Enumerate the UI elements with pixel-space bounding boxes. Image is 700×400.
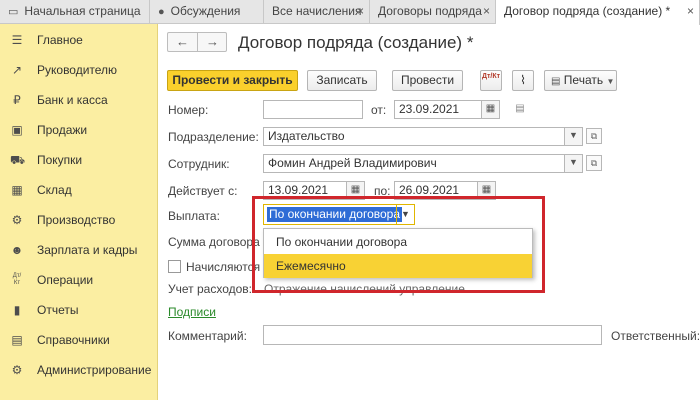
chevron-down-icon[interactable]: ▼ (564, 128, 582, 145)
tab-label: Все начисления (272, 4, 362, 18)
trend-icon: ↗ (11, 63, 23, 77)
warehouse-icon: ▦ (11, 183, 23, 197)
sidebar-item-label: Справочники (37, 333, 110, 347)
bag-icon: ▣ (11, 123, 23, 137)
forward-arrow-icon[interactable]: → (198, 33, 227, 51)
tab-label: Договор подряда (создание) * (504, 4, 671, 18)
employee-label: Сотрудник: (168, 157, 230, 171)
sidebar-item-label: Главное (37, 33, 83, 47)
sidebar-item-production[interactable]: ⚙ Производство (0, 206, 158, 234)
sidebar-item-label: Склад (37, 183, 72, 197)
tab-discussions[interactable]: ● Обсуждения (150, 0, 264, 24)
highlight-frame (252, 196, 545, 293)
book-icon: ▤ (11, 333, 23, 347)
nav-buttons: ← → (167, 32, 227, 52)
division-field[interactable]: Издательство ▼ (263, 127, 583, 146)
expense-label: Учет расходов: (168, 282, 252, 296)
valid-from-value: 13.09.2021 (268, 183, 329, 197)
tab-contract-create[interactable]: Договор подряда (создание) * × (496, 0, 700, 25)
sidebar-item-purchases[interactable]: ⛟ Покупки (0, 146, 158, 174)
sidebar-item-label: Продажи (37, 123, 88, 137)
close-icon[interactable]: × (483, 0, 490, 23)
division-value: Издательство (268, 129, 345, 143)
close-icon[interactable]: × (357, 0, 364, 23)
from-label: от: (371, 103, 387, 117)
attachment-icon[interactable]: ⌇ (512, 70, 534, 91)
sidebar: ☰ Главное ↗ Руководителю ₽ Банк и касса … (0, 24, 158, 400)
sidebar-item-sales[interactable]: ▣ Продажи (0, 116, 158, 144)
page-title: Договор подряда (создание) * (238, 33, 474, 52)
calendar-icon[interactable]: ▦ (481, 101, 499, 118)
sidebar-item-label: Руководителю (37, 63, 118, 77)
employee-value: Фомин Андрей Владимирович (268, 156, 437, 170)
sidebar-item-label: Администрирование (37, 363, 152, 377)
notes-icon[interactable]: ▤ (511, 101, 529, 117)
close-icon[interactable]: × (687, 0, 694, 23)
date-value: 23.09.2021 (399, 102, 460, 116)
post-and-close-button[interactable]: Провести и закрыть (167, 70, 298, 91)
tab-label: Договоры подряда (378, 4, 482, 18)
tab-label: Обсуждения (170, 4, 241, 18)
tab-bar: ▭ Начальная страница ● Обсуждения Все начи… (0, 0, 700, 25)
open-icon[interactable]: ⧉ (586, 155, 602, 171)
gear-icon: ⚙ (11, 363, 23, 377)
sidebar-item-admin[interactable]: ⚙ Администрирование (0, 356, 158, 384)
sidebar-item-salary[interactable]: ☻ Зарплата и кадры (0, 236, 158, 264)
signatures-link[interactable]: Подписи (168, 305, 216, 319)
responsible-label: Ответственный: (611, 329, 700, 343)
printer-icon: ▤ (551, 76, 561, 87)
back-arrow-icon[interactable]: ← (168, 33, 197, 51)
date-field[interactable]: 23.09.2021 ▦ (394, 100, 500, 119)
sidebar-item-reports[interactable]: ▮ Отчеты (0, 296, 158, 324)
print-label: Печать (563, 73, 604, 87)
print-button[interactable]: ▤ Печать ▼ (544, 70, 617, 91)
sidebar-item-bank[interactable]: ₽ Банк и касса (0, 86, 158, 114)
coin-icon: ₽ (13, 93, 21, 107)
valid-to-value: 26.09.2021 (399, 183, 460, 197)
sum-label: Сумма договора (168, 235, 260, 249)
menu-icon: ☰ (11, 33, 23, 47)
factory-icon: ⚙ (11, 213, 23, 227)
sidebar-item-operations[interactable]: Дт/Кт Операции (0, 266, 158, 294)
sidebar-item-label: Покупки (37, 153, 83, 167)
division-label: Подразделение: (168, 130, 259, 144)
cart-icon: ⛟ (10, 153, 26, 167)
chevron-down-icon: ▼ (606, 77, 615, 86)
number-field[interactable] (263, 100, 363, 119)
sidebar-item-label: Производство (37, 213, 116, 227)
sidebar-item-label: Банк и касса (37, 93, 108, 107)
dt-kt-icon: Дт/Кт (12, 273, 22, 286)
save-button[interactable]: Записать (307, 70, 377, 91)
comment-label: Комментарий: (168, 329, 247, 343)
employee-field[interactable]: Фомин Андрей Владимирович ▼ (263, 154, 583, 173)
dt-kt-button[interactable]: Дт/Кт (480, 70, 502, 91)
sidebar-item-directories[interactable]: ▤ Справочники (0, 326, 158, 354)
sidebar-item-warehouse[interactable]: ▦ Склад (0, 176, 158, 204)
sidebar-item-manager[interactable]: ↗ Руководителю (0, 56, 158, 84)
sidebar-item-label: Зарплата и кадры (37, 243, 138, 257)
accrue-checkbox[interactable] (168, 260, 181, 273)
tab-contracts[interactable]: Договоры подряда × (370, 0, 496, 24)
chart-icon: ▮ (13, 303, 21, 317)
post-button[interactable]: Провести (392, 70, 463, 91)
valid-from-label: Действует с: (168, 184, 238, 198)
tab-label: Начальная страница (24, 4, 141, 18)
chevron-down-icon[interactable]: ▼ (564, 155, 582, 172)
comment-field[interactable] (263, 325, 602, 345)
chat-icon: ● (158, 6, 165, 18)
tab-home[interactable]: ▭ Начальная страница (0, 0, 150, 24)
open-icon[interactable]: ⧉ (586, 128, 602, 144)
sidebar-item-label: Операции (37, 273, 94, 287)
home-icon: ▭ (8, 6, 19, 18)
sidebar-item-main[interactable]: ☰ Главное (0, 26, 158, 54)
sidebar-item-label: Отчеты (37, 303, 79, 317)
tab-all-accruals[interactable]: Все начисления × (264, 0, 370, 24)
number-label: Номер: (168, 103, 209, 117)
people-icon: ☻ (10, 243, 24, 257)
payment-label: Выплата: (168, 209, 220, 223)
